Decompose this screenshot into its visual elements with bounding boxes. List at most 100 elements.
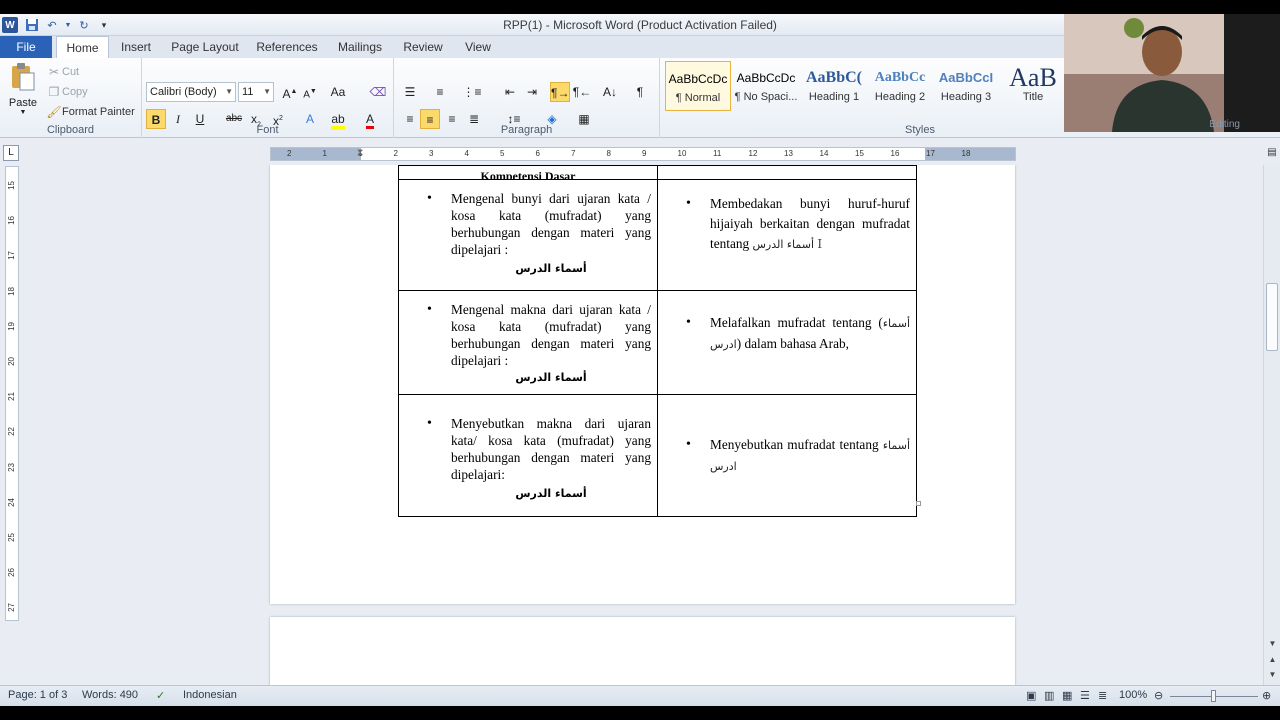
style-no-spacing-name: ¶ No Spaci... [734,91,798,103]
tab-references[interactable]: References [252,36,322,58]
tab-file[interactable]: File [0,36,52,58]
full-screen-reading-icon[interactable]: ▥ [1044,689,1054,702]
format-painter-button[interactable]: 🖌 Format Painter [46,104,134,120]
tab-mailings[interactable]: Mailings [332,36,388,58]
row2-left-text: Mengenal makna dari ujaran kata / kosa k… [451,302,651,368]
ruler-tick-label: 13 [784,149,793,158]
style-heading-1-sample: AaBbC( [805,69,862,86]
ruler-tick-label: 9 [642,149,647,158]
table-cell-left[interactable]: • Menyebutkan makna dari ujaran kata/ ko… [398,394,658,517]
font-size-combo[interactable]: 11 ▼ [238,82,274,102]
table-header-row: Kompetensi Dasar [398,165,917,180]
bullet: • [686,196,691,211]
page-1[interactable]: Kompetensi Dasar • Mengenal bunyi dari u… [270,165,1015,604]
proofing-icon[interactable]: ✓ [156,689,165,702]
table-cell-right[interactable]: • Menyebutkan mufradat tentang أسماء ادر… [657,394,917,517]
bullets-icon[interactable]: ☰ [400,82,420,102]
table-cell-right[interactable]: • Membedakan bunyi huruf-huruf hijaiyah … [657,179,917,291]
print-layout-icon[interactable]: ▣ [1026,689,1036,702]
row2-left-arabic: أسماء الدرس [515,371,587,384]
word-count-status[interactable]: Words: 490 [82,689,138,701]
bullet: • [686,315,691,330]
vruler-tick-label: 27 [7,603,16,613]
tab-home[interactable]: Home [56,36,109,58]
tab-insert[interactable]: Insert [114,36,158,58]
outline-icon[interactable]: ☰ [1080,689,1090,702]
font-name-combo[interactable]: Calibri (Body) ▼ [146,82,236,102]
vertical-ruler[interactable]: 15 16 17 18 19 20 21 22 23 24 25 26 27 [5,166,19,621]
style-heading-3-name: Heading 3 [940,91,992,103]
table-row: • Mengenal bunyi dari ujaran kata / kosa… [398,179,917,291]
style-heading-1[interactable]: AaBbC( Heading 1 [801,61,867,111]
table-resize-handle[interactable] [916,501,921,506]
vertical-scrollbar[interactable]: ▼ ▲ ▼ [1263,165,1280,685]
style-normal[interactable]: AaBbCcDc ¶ Normal [665,61,731,111]
style-title[interactable]: AaB Title [1000,61,1066,111]
ruler-tick-label: 6 [535,149,540,158]
tab-review[interactable]: Review [398,36,448,58]
row3-right-text: Menyebutkan mufradat tentang [710,437,879,452]
table-row: • Mengenal makna dari ujaran kata / kosa… [398,290,917,395]
first-line-indent-marker[interactable]: ⧗ [357,147,363,158]
table-cell-left[interactable]: • Mengenal bunyi dari ujaran kata / kosa… [398,179,658,291]
next-page-icon[interactable]: ▼ [1264,668,1280,682]
page-2[interactable] [270,617,1015,685]
style-no-spacing[interactable]: AaBbCcDc ¶ No Spaci... [733,61,799,111]
font-group: Calibri (Body) ▼ 11 ▼ A▲ A▼ Aa ⌫ B I U abc… [142,58,394,138]
ruler-tick-label: 1 [322,149,327,158]
style-heading-2[interactable]: AaBbCc Heading 2 [867,61,933,111]
view-ruler-icon[interactable]: ▤ [1265,147,1279,161]
tab-view[interactable]: View [458,36,498,58]
zoom-level[interactable]: 100% [1119,689,1147,701]
tab-selector[interactable]: L [3,145,19,161]
multilevel-list-icon[interactable]: ⋮≡ [462,82,482,102]
shrink-font-icon[interactable]: A▼ [300,82,320,102]
vruler-tick-label: 26 [7,568,16,578]
tab-page-layout[interactable]: Page Layout [168,36,242,58]
paste-dropdown-icon: ▼ [19,109,27,116]
paste-button[interactable]: Paste ▼ [6,62,40,118]
scrollbar-thumb[interactable] [1266,283,1278,351]
table-cell-right[interactable]: • Melafalkan mufradat tentang (أسماء ادر… [657,290,917,395]
paste-label: Paste [8,97,38,109]
increase-indent-icon[interactable]: ⇥ [522,82,542,102]
ruler-tick-label: 4 [464,149,469,158]
clear-formatting-icon[interactable]: ⌫ [368,82,388,102]
style-heading-2-sample: AaBbCc [874,70,926,85]
ruler-tick-label: 15 [855,149,864,158]
paragraph-group: ☰ ≡ ⋮≡ ⇤ ⇥ ¶→ ¶← A↓ ¶ ≡ ≡ ≡ ≣ ↕≡ ◈ ▦ Par… [394,58,660,138]
zoom-slider-thumb[interactable] [1211,690,1216,702]
rtl-direction-icon[interactable]: ¶← [572,82,592,102]
ruler-tick-label: 11 [713,149,722,158]
ruler-tick-label: 10 [677,149,687,158]
language-status[interactable]: Indonesian [183,689,237,701]
style-no-spacing-sample: AaBbCcDc [736,71,796,85]
zoom-out-icon[interactable]: ⊖ [1154,689,1163,702]
bullet: • [686,437,691,452]
font-name-dropdown-icon: ▼ [225,87,233,96]
document-area[interactable]: Kompetensi Dasar • Mengenal bunyi dari u… [22,165,1262,685]
show-formatting-icon[interactable]: ¶ [630,82,650,102]
cut-button[interactable]: ✂ Cut [46,64,79,80]
horizontal-ruler[interactable]: 2 1 1 2 3 4 5 6 7 8 9 10 11 12 13 14 15 16 17 18 ⧗ [270,147,1016,161]
table-cell-left[interactable]: • Mengenal makna dari ujaran kata / kosa… [398,290,658,395]
ruler-tick-label: 14 [819,149,829,158]
web-layout-icon[interactable]: ▦ [1062,689,1072,702]
sort-icon[interactable]: A↓ [600,82,620,102]
zoom-in-icon[interactable]: ⊕ [1262,689,1271,702]
style-heading-3[interactable]: AaBbCcI Heading 3 [933,61,999,111]
grow-font-icon[interactable]: A▲ [280,82,300,102]
previous-page-icon[interactable]: ▲ [1264,653,1280,667]
ruler-tick-label: 3 [429,149,434,158]
ltr-direction-icon[interactable]: ¶→ [550,82,570,102]
page-count-status[interactable]: Page: 1 of 3 [8,689,67,701]
ruler-tick-label: 16 [890,149,900,158]
font-name-value: Calibri (Body) [150,86,217,98]
numbering-icon[interactable]: ≡ [430,82,450,102]
decrease-indent-icon[interactable]: ⇤ [500,82,520,102]
scroll-down-arrow-icon[interactable]: ▼ [1264,637,1280,651]
change-case-icon[interactable]: Aa [328,82,348,102]
draft-icon[interactable]: ≣ [1098,689,1107,702]
copy-button[interactable]: ❐ Copy [46,84,88,100]
status-bar: Page: 1 of 3 Words: 490 ✓ Indonesian ▣ ▥… [0,685,1280,706]
